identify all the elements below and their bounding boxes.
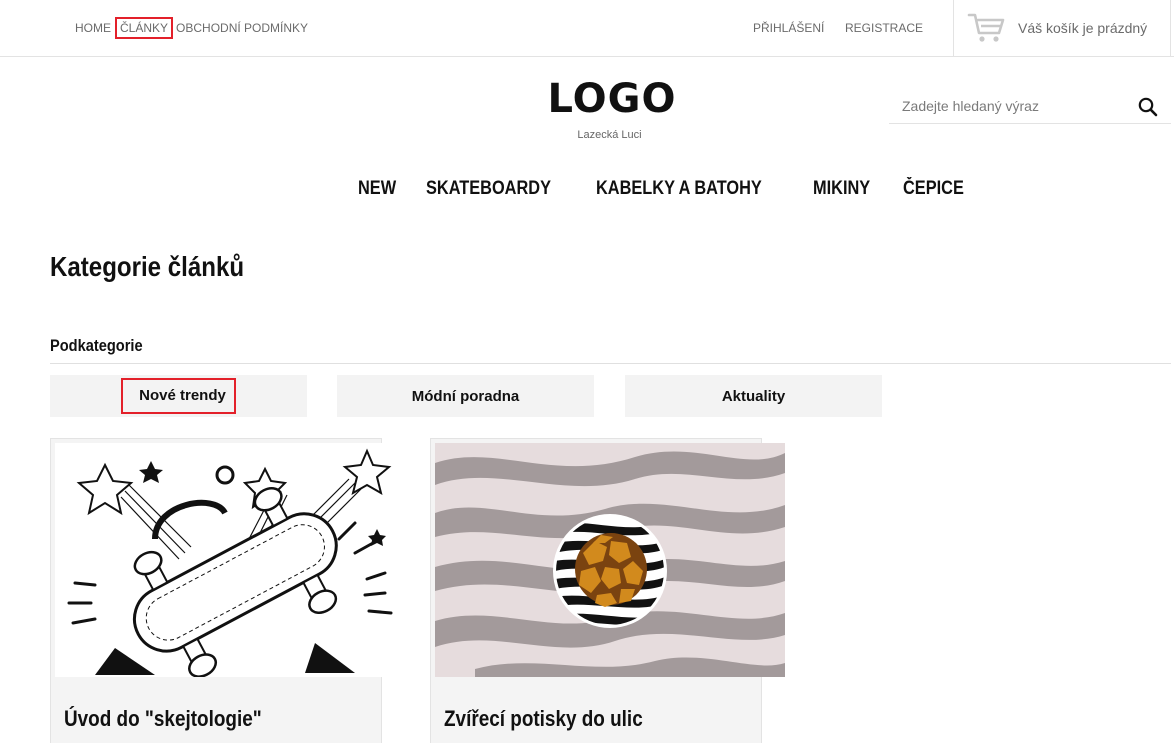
subcategories-heading: Podkategorie xyxy=(50,336,143,355)
cart-status: Váš košík je prázdný xyxy=(1018,20,1148,36)
zebra-giraffe-pattern-image[interactable] xyxy=(435,443,785,677)
nav-item-hoodies[interactable]: MIKINY xyxy=(813,176,870,202)
nav-item-new[interactable]: NEW xyxy=(358,176,396,202)
logo-subtitle: Lazecká Luci xyxy=(577,129,642,141)
subcategory-label: Aktuality xyxy=(721,387,786,405)
subcategory-news[interactable]: Aktuality xyxy=(625,375,882,417)
subcategory-label: Módní poradna xyxy=(411,387,520,405)
search-input[interactable] xyxy=(889,88,1129,124)
login-link[interactable]: PŘIHLÁŠENÍ xyxy=(753,20,824,36)
article-card[interactable]: Zvířecí potisky do ulic xyxy=(430,438,785,743)
article-title[interactable]: Zvířecí potisky do ulic xyxy=(444,705,643,733)
top-link-home[interactable]: HOME xyxy=(75,20,111,36)
cart-icon xyxy=(967,13,1005,42)
search-box xyxy=(889,88,1171,124)
article-card[interactable]: Úvod do "skejtologie" xyxy=(50,438,405,743)
search-icon[interactable] xyxy=(1137,96,1159,118)
divider xyxy=(50,363,1171,364)
subcategory-new-trends[interactable]: Nové trendy xyxy=(50,375,307,417)
nav-item-skateboards[interactable]: SKATEBOARDY xyxy=(426,176,551,202)
cart-widget[interactable]: Váš košík je prázdný xyxy=(953,0,1171,57)
main-nav: NEW SKATEBOARDY KABELKY A BATOHY MIKINY … xyxy=(358,176,974,202)
top-link-terms[interactable]: OBCHODNÍ PODMÍNKY xyxy=(176,20,308,36)
nav-item-bags[interactable]: KABELKY A BATOHY xyxy=(596,176,762,202)
nav-item-caps[interactable]: ČEPICE xyxy=(903,176,964,202)
page-title: Kategorie článků xyxy=(50,251,245,282)
register-link[interactable]: REGISTRACE xyxy=(845,20,923,36)
article-title[interactable]: Úvod do "skejtologie" xyxy=(64,705,262,733)
top-bar: HOME ČLÁNKY OBCHODNÍ PODMÍNKY PŘIHLÁŠENÍ… xyxy=(0,0,1174,57)
top-link-articles[interactable]: ČLÁNKY xyxy=(114,17,174,39)
top-links: HOME ČLÁNKY OBCHODNÍ PODMÍNKY xyxy=(75,17,313,39)
subcategory-fashion-advice[interactable]: Módní poradna xyxy=(337,375,594,417)
skateboard-sketch-image[interactable] xyxy=(55,443,405,677)
subcategory-label: Nové trendy xyxy=(121,378,236,414)
